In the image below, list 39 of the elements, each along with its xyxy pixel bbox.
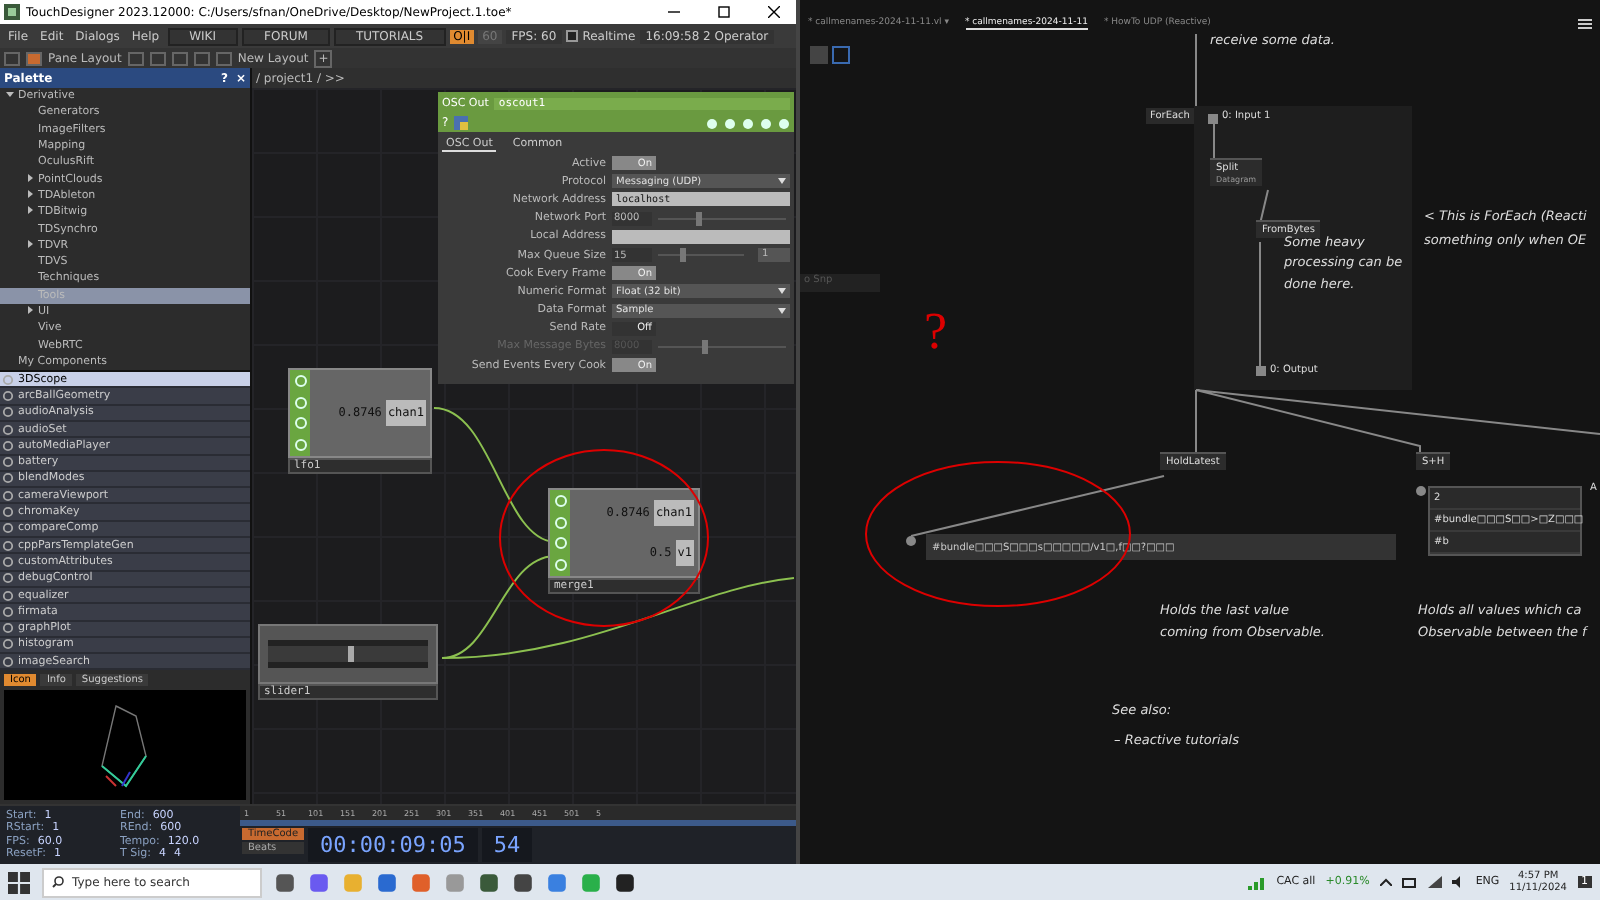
- frame-readout: 54: [481, 828, 533, 862]
- caret-right-icon: [26, 239, 34, 248]
- realtime-checkbox[interactable]: [566, 30, 579, 42]
- maximize-icon[interactable]: [718, 6, 730, 18]
- timecode-readout: 00:00:09:05: [308, 828, 478, 862]
- link-line: [1259, 189, 1269, 225]
- input-field[interactable]: [612, 229, 790, 244]
- app-icon[interactable]: [274, 871, 296, 893]
- battery-icon[interactable]: [1401, 877, 1418, 887]
- caret-down-icon: [6, 90, 14, 99]
- link-line: [1213, 121, 1215, 163]
- input-pin: [906, 536, 916, 546]
- minimize-icon[interactable]: [668, 6, 680, 18]
- speaker-icon[interactable]: [1451, 876, 1466, 888]
- caret-down-icon: [778, 178, 786, 185]
- caret-down-icon: [778, 307, 786, 314]
- menu-icon[interactable]: [1578, 18, 1592, 30]
- app-icon[interactable]: [478, 871, 500, 893]
- slider-node[interactable]: [258, 624, 438, 684]
- wifi-icon[interactable]: [1427, 876, 1442, 888]
- input-pin: [1208, 114, 1218, 124]
- chevron-up-icon[interactable]: [1379, 878, 1392, 886]
- link-line: [1259, 241, 1261, 367]
- link-line: [1195, 34, 1197, 107]
- input-pin: [1416, 486, 1426, 496]
- chart-up-icon: [1248, 875, 1267, 889]
- windows-start-icon[interactable]: [8, 871, 30, 893]
- app-icon[interactable]: [512, 871, 534, 893]
- close-icon[interactable]: [768, 6, 780, 18]
- python-icon[interactable]: [454, 116, 469, 130]
- slider-handle[interactable]: [679, 248, 686, 263]
- app-logo-icon: [4, 4, 20, 20]
- caret-down-icon: [778, 288, 786, 295]
- slider-handle[interactable]: [348, 646, 354, 662]
- search-icon: [52, 876, 64, 888]
- app-icon[interactable]: [614, 871, 636, 893]
- annotation-mark: ?: [924, 300, 948, 364]
- slider-handle[interactable]: [696, 211, 703, 226]
- output-pin: [1256, 366, 1266, 376]
